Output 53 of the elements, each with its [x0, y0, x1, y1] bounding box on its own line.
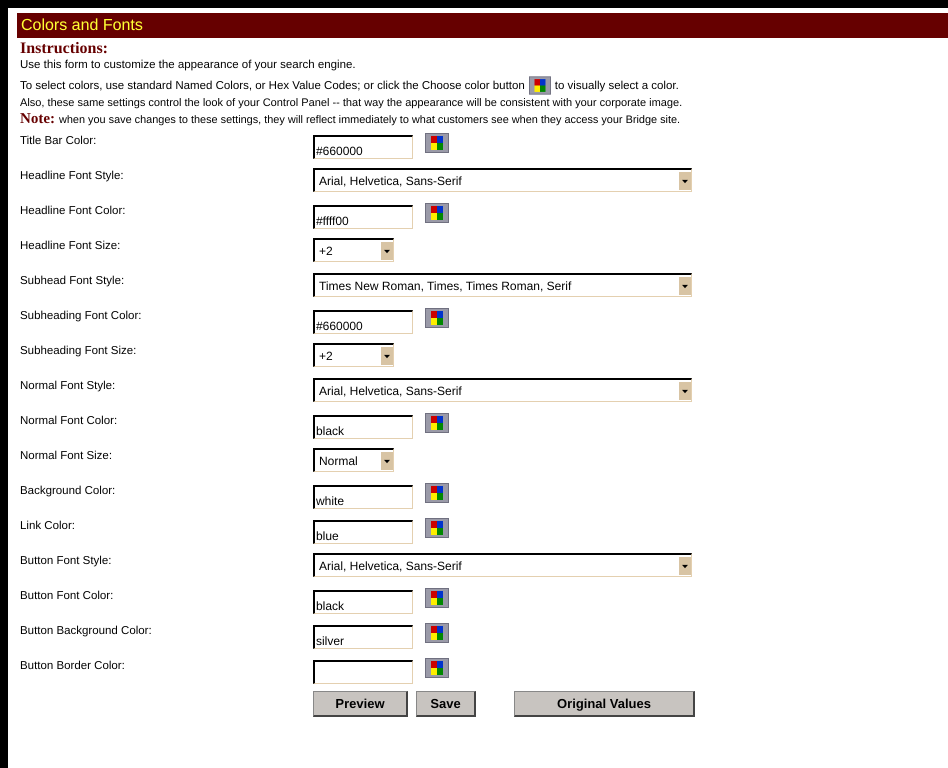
dropdown[interactable]: Times New Roman, Times, Times Roman, Serif	[313, 273, 692, 297]
color-input[interactable]: #ffff00	[313, 205, 413, 229]
field-label: Button Border Color:	[19, 659, 126, 674]
color-instruction-text: To select colors, use standard Named Colors, or Hex Value Codes; or click the Choose color button	[20, 80, 525, 92]
instructions-heading: Instructions:	[20, 40, 110, 57]
field-label: Normal Font Style:	[19, 379, 116, 394]
field-label: Headline Font Color:	[19, 204, 126, 219]
dropdown[interactable]: Arial, Helvetica, Sans-Serif	[313, 168, 692, 192]
form-button[interactable]: Save	[416, 691, 476, 717]
note-label: Note:	[20, 111, 55, 128]
color-palette-icon[interactable]	[425, 413, 449, 433]
field-label: Button Background Color:	[19, 624, 153, 639]
color-palette-icon[interactable]	[425, 483, 449, 503]
field-label: Link Color:	[19, 519, 76, 534]
color-palette-icon[interactable]	[425, 658, 449, 678]
intro-text: Use this form to customize the appearance of your search engine.	[20, 58, 357, 73]
field-label: Subhead Font Style:	[19, 274, 126, 289]
color-input[interactable]: black	[313, 590, 413, 614]
field-label: Normal Font Color:	[19, 414, 118, 429]
color-palette-icon	[528, 76, 551, 95]
field-label: Subheading Font Size:	[19, 344, 138, 359]
note-text: when you save changes to these settings, they will reflect immediately to what customers see when they access your Bridge site.	[58, 114, 680, 126]
color-palette-icon[interactable]	[425, 588, 449, 608]
dropdown[interactable]: Arial, Helvetica, Sans-Serif	[313, 553, 692, 577]
color-palette-icon[interactable]	[425, 518, 449, 538]
color-palette-icon[interactable]	[425, 203, 449, 223]
field-label: Headline Font Size:	[19, 239, 122, 254]
field-label: Background Color:	[19, 484, 116, 499]
color-instruction-text: to visually select a color.	[554, 80, 679, 92]
field-label: Button Font Style:	[19, 554, 112, 569]
field-label: Normal Font Size:	[19, 449, 114, 464]
control-panel-text: Also, these same settings control the look of your Control Panel -- that way the appearance will be consistent with your corporate image.	[20, 96, 684, 111]
field-label: Title Bar Color:	[19, 134, 98, 149]
color-palette-icon[interactable]	[425, 133, 449, 153]
dropdown[interactable]: Arial, Helvetica, Sans-Serif	[313, 378, 692, 402]
color-input[interactable]	[313, 660, 413, 684]
field-label: Headline Font Style:	[19, 169, 125, 184]
form-button[interactable]: Preview	[313, 691, 408, 717]
field-label: Subheading Font Color:	[19, 309, 142, 324]
color-input[interactable]: blue	[313, 520, 413, 544]
dropdown[interactable]: Normal	[313, 448, 394, 472]
color-palette-icon[interactable]	[425, 623, 449, 643]
color-input[interactable]: white	[313, 485, 413, 509]
color-input[interactable]: silver	[313, 625, 413, 649]
color-input[interactable]: #660000	[313, 310, 413, 334]
color-input[interactable]: #660000	[313, 135, 413, 159]
color-input[interactable]: black	[313, 415, 413, 439]
title-bar: Colors and Fonts	[17, 13, 948, 38]
field-label: Button Font Color:	[19, 589, 114, 604]
color-palette-icon[interactable]	[425, 308, 449, 328]
dropdown[interactable]: +2	[313, 343, 394, 367]
form-button[interactable]: Original Values	[514, 691, 695, 717]
dropdown[interactable]: +2	[313, 238, 394, 262]
